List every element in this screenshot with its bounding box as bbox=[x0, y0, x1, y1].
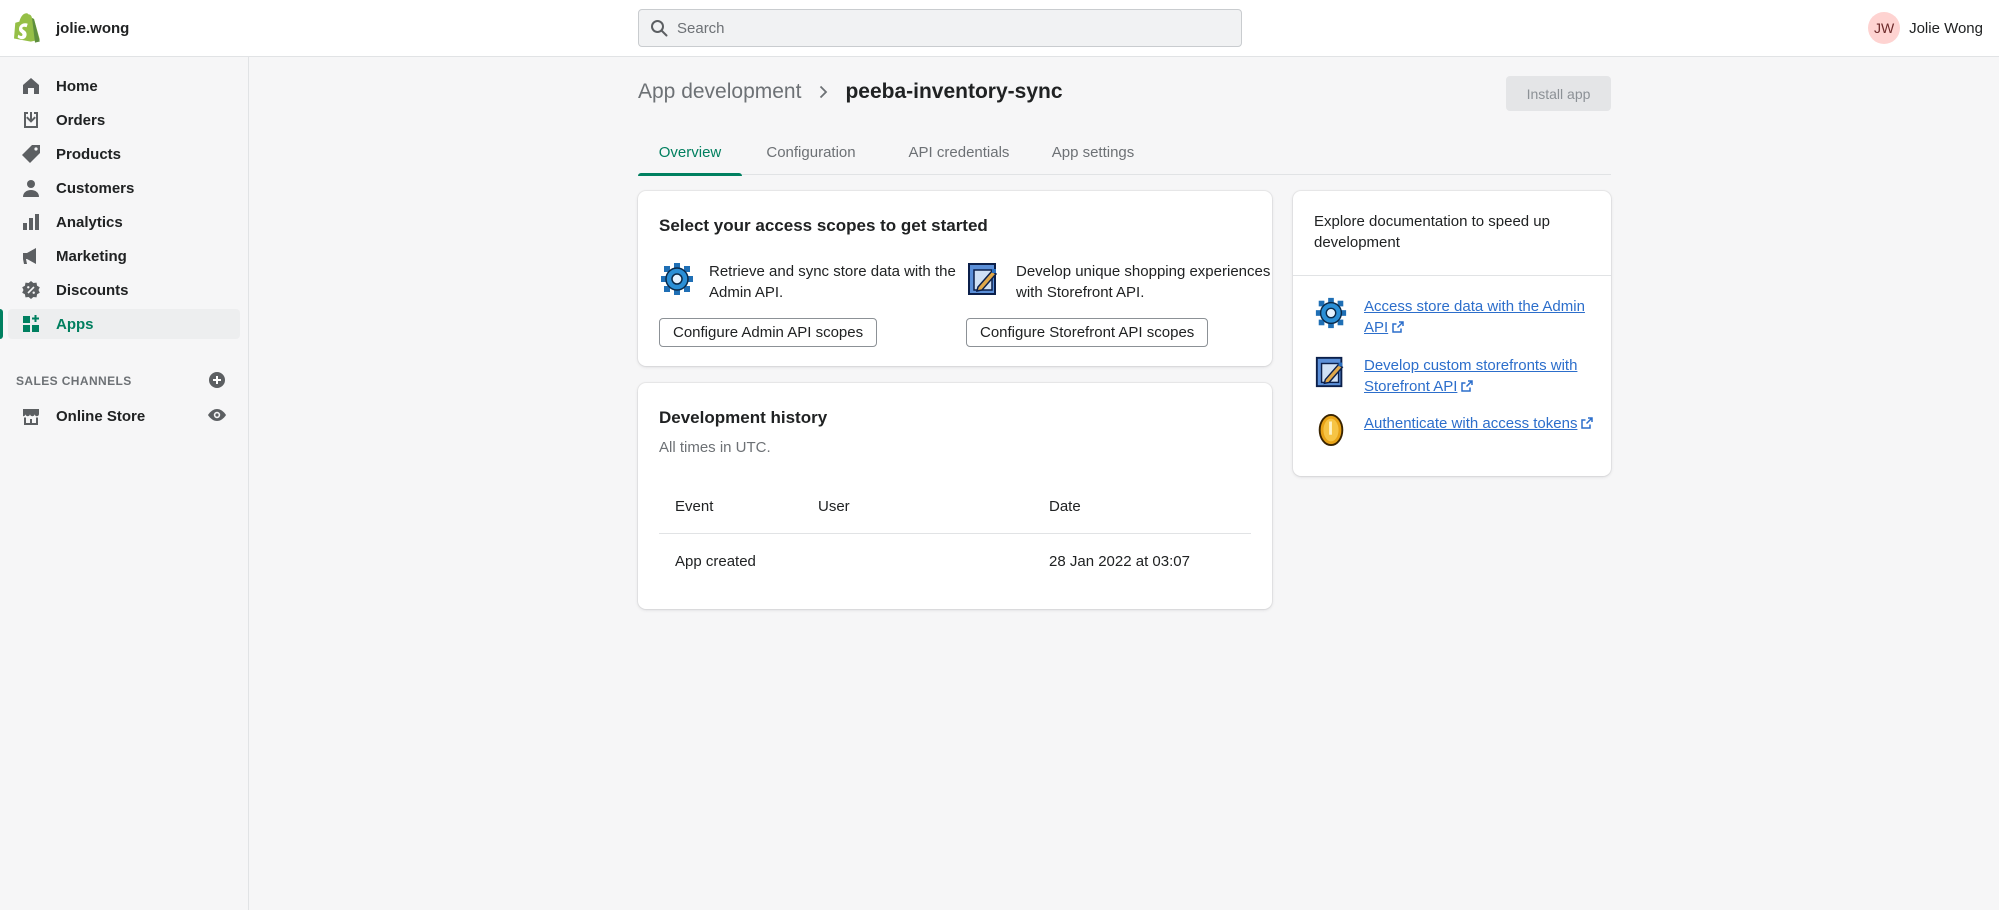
sidebar-item-home[interactable]: Home bbox=[8, 71, 240, 101]
card-title: Development history bbox=[659, 408, 828, 427]
development-history-card: Development history All times in UTC. Ev… bbox=[638, 383, 1272, 609]
coin-icon bbox=[1318, 413, 1344, 447]
top-bar: jolie.wong JW Jolie Wong bbox=[0, 0, 1999, 57]
table-divider bbox=[659, 533, 1251, 534]
tab-overview[interactable]: Overview bbox=[638, 129, 742, 176]
doc-link-access-tokens: Authenticate with access tokens bbox=[1314, 413, 1594, 447]
sidebar-item-label: Customers bbox=[56, 179, 135, 197]
timezone-note: All times in UTC. bbox=[659, 439, 771, 456]
sidebar-item-customers[interactable]: Customers bbox=[8, 173, 240, 203]
sidebar-item-label: Online Store bbox=[56, 407, 146, 425]
card-title: Select your access scopes to get started bbox=[659, 216, 988, 235]
admin-api-scope: Retrieve and sync store data with the Ad… bbox=[659, 261, 979, 303]
sidebar-item-label: Home bbox=[56, 77, 98, 95]
gear-icon bbox=[661, 263, 693, 295]
discount-icon bbox=[22, 281, 40, 299]
store-icon bbox=[23, 409, 39, 425]
admin-api-description: Retrieve and sync store data with the Ad… bbox=[709, 263, 956, 301]
chevron-right-icon bbox=[820, 85, 828, 99]
megaphone-icon bbox=[23, 248, 36, 264]
sidebar-item-discounts[interactable]: Discounts bbox=[8, 275, 240, 305]
home-icon bbox=[23, 78, 39, 94]
external-link-icon bbox=[1581, 417, 1594, 429]
table-cell-date: 28 Jan 2022 at 03:07 bbox=[1049, 553, 1190, 570]
column-header-date: Date bbox=[1049, 498, 1081, 515]
search-input[interactable] bbox=[677, 19, 1217, 37]
doc-link-storefront-api: Develop custom storefronts with Storefro… bbox=[1314, 355, 1594, 397]
eye-icon[interactable] bbox=[207, 405, 227, 425]
external-link-icon bbox=[1392, 321, 1404, 333]
sidebar-item-label: Analytics bbox=[56, 213, 123, 231]
sidebar-item-orders[interactable]: Orders bbox=[8, 105, 240, 135]
apps-icon bbox=[23, 315, 39, 332]
sidebar-item-label: Discounts bbox=[56, 281, 129, 299]
sidebar-item-label: Apps bbox=[56, 315, 94, 333]
sidebar: Home Orders Products Customers Analytics… bbox=[0, 57, 249, 910]
storefront-icon bbox=[1315, 356, 1344, 388]
card-title: Explore documentation to speed up develo… bbox=[1314, 213, 1550, 251]
sidebar-item-label: Products bbox=[56, 145, 122, 163]
storefront-api-scope: Develop unique shopping experiences with… bbox=[966, 261, 1286, 303]
search-icon bbox=[651, 20, 668, 37]
sidebar-item-marketing[interactable]: Marketing bbox=[8, 241, 240, 271]
shopify-logo-icon bbox=[14, 13, 40, 43]
access-scopes-card: Select your access scopes to get started… bbox=[638, 191, 1272, 366]
sidebar-item-label: Marketing bbox=[56, 247, 127, 265]
gear-icon bbox=[1315, 297, 1347, 329]
table-cell-event: App created bbox=[675, 553, 756, 570]
install-app-button[interactable]: Install app bbox=[1506, 76, 1611, 111]
sidebar-item-products[interactable]: Products bbox=[8, 139, 240, 169]
column-header-user: User bbox=[818, 498, 850, 515]
page-title: peeba-inventory-sync bbox=[845, 80, 1063, 103]
link-text: Authenticate with access tokens bbox=[1364, 415, 1578, 432]
configure-admin-api-scopes-button[interactable]: Configure Admin API scopes bbox=[659, 318, 878, 347]
active-indicator bbox=[0, 309, 3, 339]
breadcrumb: App development peeba-inventory-sync bbox=[638, 80, 1063, 104]
sidebar-item-label: Orders bbox=[56, 111, 106, 129]
user-menu[interactable]: JW Jolie Wong bbox=[1868, 12, 1983, 44]
user-name: Jolie Wong bbox=[1909, 19, 1983, 37]
tab-api-credentials[interactable]: API credentials bbox=[894, 129, 1024, 175]
divider bbox=[1293, 275, 1611, 276]
bar-chart-icon bbox=[23, 214, 39, 230]
documentation-card: Explore documentation to speed up develo… bbox=[1293, 191, 1611, 476]
sidebar-item-apps[interactable]: Apps bbox=[8, 309, 240, 339]
sidebar-item-online-store[interactable]: Online Store bbox=[8, 401, 240, 431]
tab-configuration[interactable]: Configuration bbox=[751, 129, 871, 175]
sidebar-item-analytics[interactable]: Analytics bbox=[8, 207, 240, 237]
storefront-icon bbox=[968, 263, 998, 295]
sales-channels-title: SALES CHANNELS bbox=[16, 374, 132, 388]
external-link-icon bbox=[1461, 380, 1474, 392]
tab-bar: Overview Configuration API credentials A… bbox=[638, 129, 1611, 176]
store-switcher[interactable]: jolie.wong bbox=[14, 13, 129, 43]
configure-storefront-api-scopes-button[interactable]: Configure Storefront API scopes bbox=[966, 318, 1209, 347]
search-bar[interactable] bbox=[638, 9, 1242, 47]
store-name: jolie.wong bbox=[56, 19, 130, 37]
column-header-event: Event bbox=[675, 498, 714, 515]
person-icon bbox=[23, 180, 39, 197]
authenticate-access-tokens-link[interactable]: Authenticate with access tokens bbox=[1364, 413, 1594, 447]
tag-icon bbox=[22, 145, 40, 163]
breadcrumb-app-development[interactable]: App development bbox=[638, 80, 801, 104]
storefront-api-description: Develop unique shopping experiences with… bbox=[1016, 263, 1271, 301]
orders-icon bbox=[24, 112, 38, 128]
tab-app-settings[interactable]: App settings bbox=[1038, 129, 1148, 175]
avatar: JW bbox=[1868, 12, 1901, 44]
access-store-data-link[interactable]: Access store data with the Admin API bbox=[1364, 296, 1594, 338]
develop-custom-storefronts-link[interactable]: Develop custom storefronts with Storefro… bbox=[1364, 355, 1594, 397]
doc-link-admin-api: Access store data with the Admin API bbox=[1314, 296, 1594, 338]
add-sales-channel-icon[interactable] bbox=[207, 370, 227, 390]
